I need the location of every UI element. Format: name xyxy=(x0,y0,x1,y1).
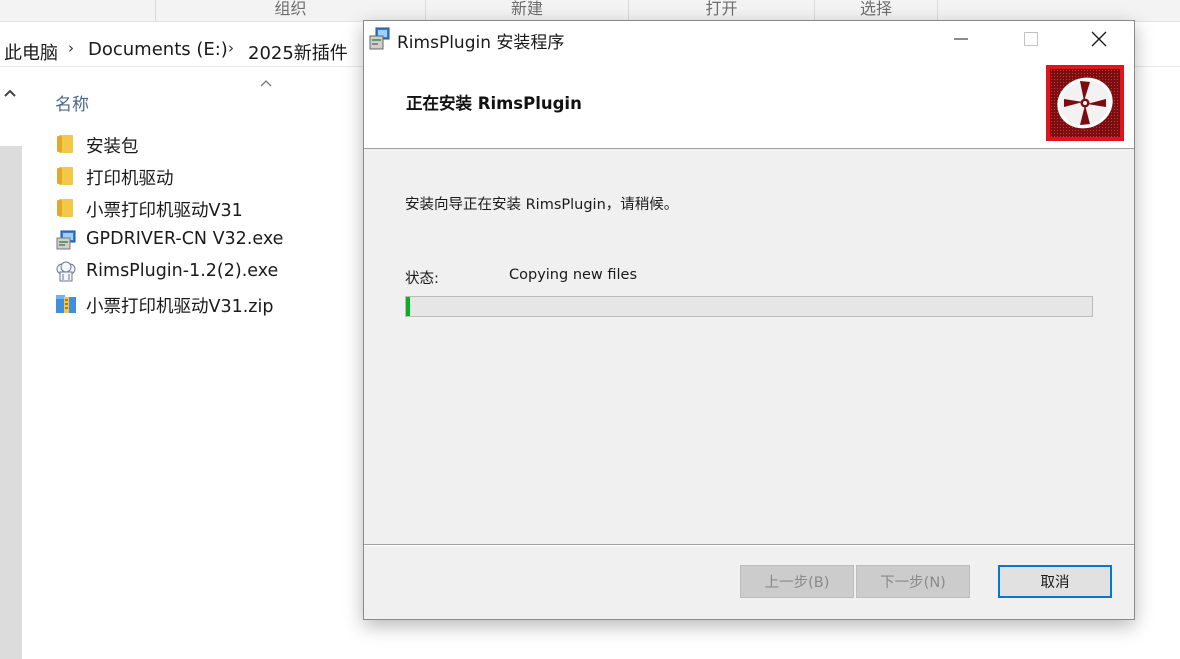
install-message: 安装向导正在安装 RimsPlugin，请稍候。 xyxy=(405,197,679,213)
status-value: Copying new files xyxy=(509,267,638,283)
folder-icon xyxy=(55,197,77,219)
installer-exe-icon xyxy=(55,229,77,251)
file-name: 小票打印机驱动V31.zip xyxy=(86,297,274,317)
scroll-up-arrow-icon[interactable] xyxy=(3,86,17,102)
minimize-button[interactable] xyxy=(926,21,996,57)
folder-icon xyxy=(55,133,77,155)
dialog-heading: 正在安装 RimsPlugin xyxy=(406,94,582,113)
file-name: 安装包 xyxy=(86,137,139,157)
disc-logo-icon xyxy=(1046,65,1124,141)
column-header-name[interactable]: 名称 xyxy=(55,90,89,115)
ribbon-group-select[interactable]: 选择 xyxy=(814,0,938,22)
progress-fill xyxy=(406,297,410,316)
dialog-banner: 正在安装 RimsPlugin xyxy=(364,57,1134,149)
title-bar[interactable]: RimsPlugin 安装程序 xyxy=(364,21,1134,57)
close-icon xyxy=(1091,31,1107,47)
back-button: 上一步(B) xyxy=(740,565,854,598)
minimize-icon xyxy=(954,38,968,40)
list-item[interactable]: 打印机驱动 xyxy=(55,162,355,192)
ribbon-group-organize[interactable]: 组织 xyxy=(155,0,425,22)
list-item[interactable]: 小票打印机驱动V31 xyxy=(55,194,355,224)
list-item[interactable]: 安装包 xyxy=(55,130,355,160)
installer-app-icon xyxy=(368,27,392,51)
chef-hat-exe-icon xyxy=(55,261,77,283)
close-button[interactable] xyxy=(1064,21,1134,57)
sort-ascending-icon xyxy=(260,76,272,91)
zip-archive-icon xyxy=(55,293,77,315)
dialog-title: RimsPlugin 安装程序 xyxy=(397,33,565,53)
breadcrumb-folder[interactable]: 2025新插件 xyxy=(248,39,348,65)
chevron-right-icon[interactable]: › xyxy=(228,39,234,57)
status-label: 状态: xyxy=(405,271,439,287)
list-item[interactable]: GPDRIVER-CN V32.exe xyxy=(55,226,355,256)
cancel-button[interactable]: 取消 xyxy=(998,565,1112,598)
breadcrumb-documents[interactable]: Documents (E:) xyxy=(88,39,228,60)
file-name: 打印机驱动 xyxy=(86,169,174,189)
maximize-button xyxy=(996,21,1066,57)
footer-divider-highlight xyxy=(364,545,1134,546)
ribbon-group-new[interactable]: 新建 xyxy=(425,0,628,22)
chevron-right-icon[interactable]: › xyxy=(68,39,74,57)
folder-icon xyxy=(55,165,77,187)
installer-dialog: RimsPlugin 安装程序 正在安装 RimsPlugin 安装向导正在安装… xyxy=(363,20,1135,620)
next-button: 下一步(N) xyxy=(856,565,970,598)
scrollbar[interactable] xyxy=(0,146,22,659)
list-item[interactable]: 小票打印机驱动V31.zip xyxy=(55,290,355,320)
progress-bar xyxy=(405,296,1093,317)
ribbon-group-open[interactable]: 打开 xyxy=(628,0,814,22)
file-name: 小票打印机驱动V31 xyxy=(86,201,243,221)
file-name: RimsPlugin-1.2(2).exe xyxy=(86,261,279,281)
maximize-icon xyxy=(1024,32,1038,46)
breadcrumb-this-pc[interactable]: 此电脑 xyxy=(4,39,58,65)
list-item[interactable]: RimsPlugin-1.2(2).exe xyxy=(55,258,355,288)
file-name: GPDRIVER-CN V32.exe xyxy=(86,229,284,249)
explorer-ribbon: 组织 新建 打开 选择 xyxy=(0,0,1180,22)
